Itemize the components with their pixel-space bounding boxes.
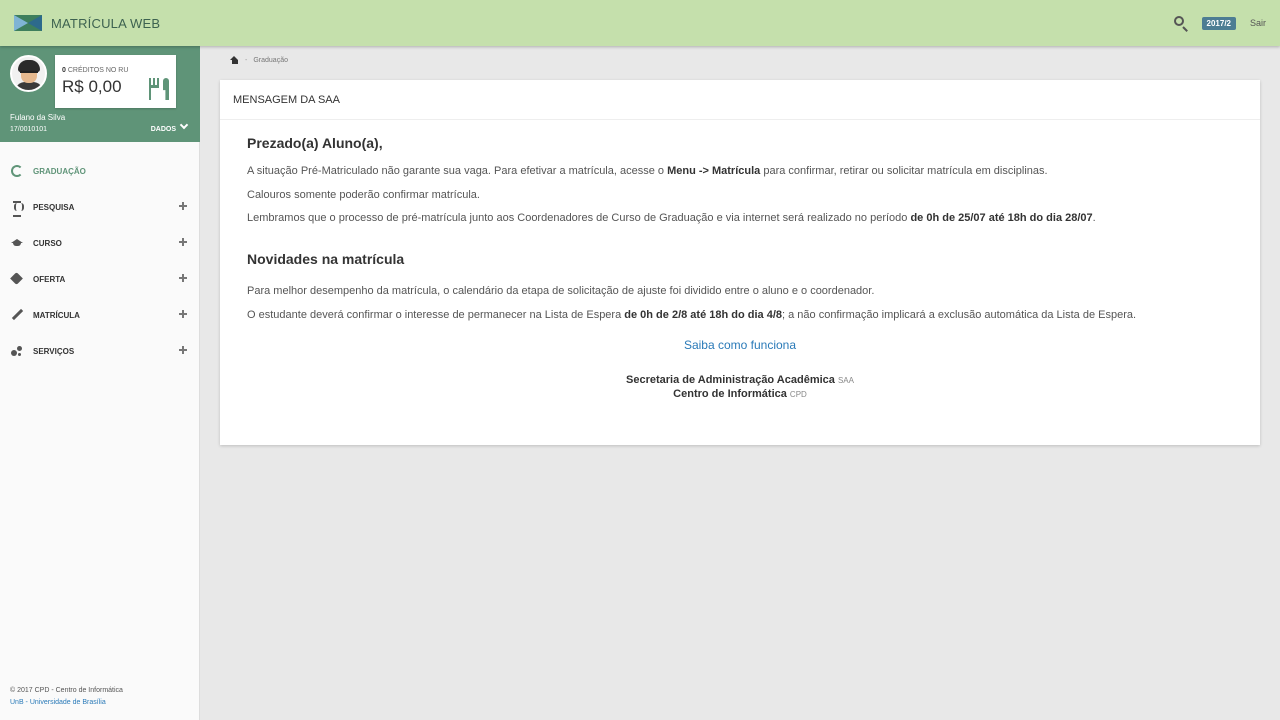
message-paragraph-3: Lembramos que o processo de pré-matrícul… — [247, 212, 1096, 224]
avatar — [10, 55, 47, 92]
expand-plus-icon[interactable] — [179, 202, 187, 210]
expand-plus-icon[interactable] — [179, 238, 187, 246]
chevron-down-icon[interactable] — [179, 120, 189, 130]
semester-badge: 2017/2 — [1201, 16, 1236, 30]
user-id: 17/0010101 — [10, 126, 47, 133]
message-paragraph-2: Calouros somente poderão confirmar matrí… — [247, 188, 480, 201]
profile-panel: 0 CRÉDITOS NO RU R$ 0,00 Fulano da Silva… — [0, 46, 200, 142]
brand[interactable]: MATRÍCULA WEB — [14, 15, 160, 31]
logout-link[interactable]: Sair — [1250, 18, 1266, 28]
services-icon — [11, 345, 23, 357]
app-title: MATRÍCULA WEB — [51, 15, 161, 31]
message-card: MENSAGEM DA SAA Prezado(a) Aluno(a), A s… — [220, 80, 1260, 445]
signature-cpd: Centro de Informática CPD — [673, 387, 807, 400]
dados-button[interactable]: DADOS — [151, 126, 176, 133]
sidebar-footer: © 2017 CPD - Centro de Informática UnB -… — [10, 685, 123, 709]
user-name: Fulano da Silva — [10, 113, 66, 122]
how-it-works-link[interactable]: Saiba como funciona — [247, 338, 1233, 352]
sidebar-menu: GRADUAÇÃO PESQUISA CURSO OFERTA MATRÍCUL… — [0, 153, 199, 369]
sidebar-item-oferta[interactable]: OFERTA — [0, 261, 199, 297]
cap-icon — [11, 237, 23, 249]
expand-plus-icon[interactable] — [179, 310, 187, 318]
sidebar-item-servicos[interactable]: SERVIÇOS — [0, 333, 199, 369]
ru-balance: R$ 0,00 — [62, 77, 122, 96]
expand-plus-icon[interactable] — [179, 274, 187, 282]
news-paragraph-2: O estudante deverá confirmar o interesse… — [247, 308, 1137, 321]
utensils-icon — [148, 76, 170, 102]
search-icon[interactable] — [1173, 15, 1189, 32]
home-icon[interactable] — [230, 56, 239, 65]
pencil-icon — [11, 309, 23, 321]
sidebar-item-pesquisa[interactable]: PESQUISA — [0, 189, 199, 225]
sidebar-item-matricula[interactable]: MATRÍCULA — [0, 297, 199, 333]
footer-copyright: © 2017 CPD - Centro de Informática — [10, 687, 123, 694]
ru-credits-count: 0 — [62, 67, 66, 74]
signature-saa: Secretaria de Administração Acadêmica SA… — [626, 373, 854, 386]
tag-icon — [11, 273, 23, 285]
breadcrumb-current[interactable]: Graduação — [253, 57, 288, 64]
message-paragraph-1: A situação Pré-Matriculado não garante s… — [247, 165, 1048, 177]
ru-credits-box: 0 CRÉDITOS NO RU R$ 0,00 — [55, 55, 176, 108]
hourglass-icon — [11, 201, 24, 217]
unb-logo-icon — [14, 15, 42, 31]
news-paragraph-1: Para melhor desempenho da matrícula, o c… — [247, 285, 875, 297]
sidebar-item-graduacao[interactable]: GRADUAÇÃO — [0, 153, 199, 189]
graduation-icon — [11, 165, 23, 177]
sidebar: 0 CRÉDITOS NO RU R$ 0,00 Fulano da Silva… — [0, 46, 200, 720]
top-bar: MATRÍCULA WEB 2017/2 Sair — [0, 0, 1280, 46]
greeting-heading: Prezado(a) Aluno(a), — [247, 135, 383, 151]
breadcrumb-separator: - — [245, 57, 248, 64]
footer-unb-link[interactable]: UnB - Universidade de Brasília — [10, 699, 106, 706]
expand-plus-icon[interactable] — [179, 346, 187, 354]
card-title: MENSAGEM DA SAA — [220, 80, 1260, 120]
breadcrumb: - Graduação — [230, 56, 288, 65]
sidebar-item-curso[interactable]: CURSO — [0, 225, 199, 261]
news-heading: Novidades na matrícula — [247, 251, 405, 267]
ru-credits-label: 0 CRÉDITOS NO RU — [62, 67, 129, 74]
